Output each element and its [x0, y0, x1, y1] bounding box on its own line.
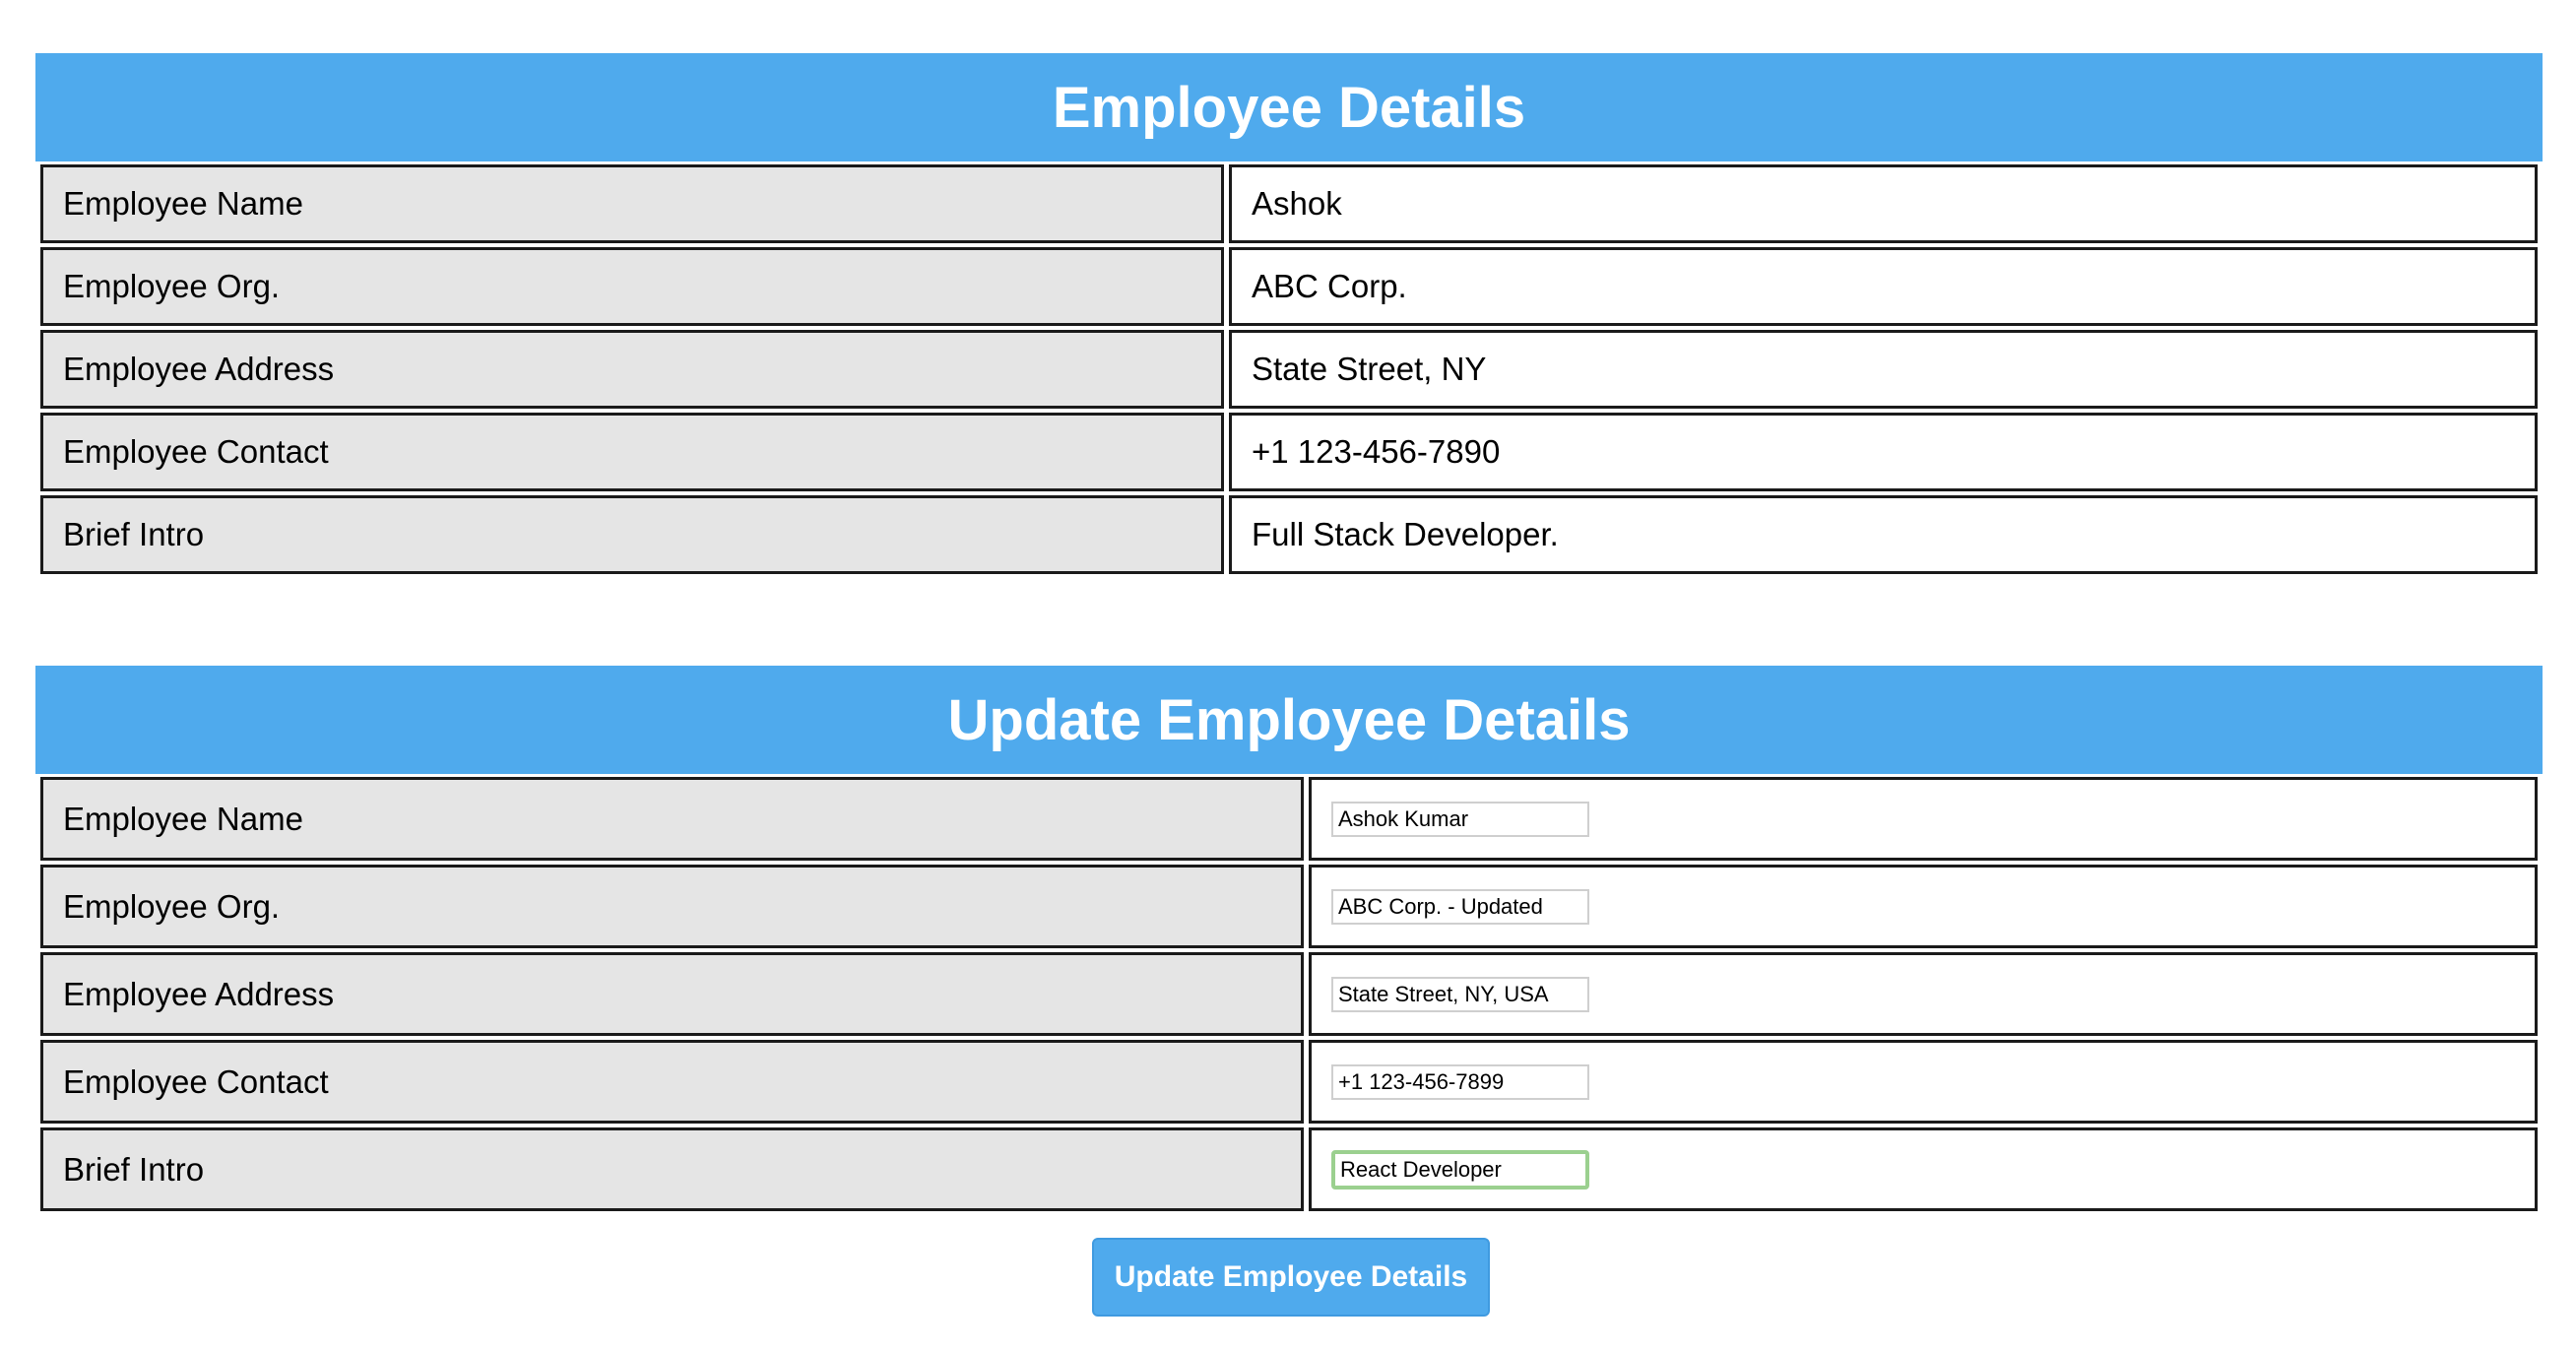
update-name-cell — [1309, 777, 2538, 861]
employee-contact-value: +1 123-456-7890 — [1229, 413, 2538, 491]
brief-intro-label: Brief Intro — [40, 495, 1224, 574]
employee-address-value: State Street, NY — [1229, 330, 2538, 409]
table-row: Employee Contact — [40, 1040, 2538, 1124]
update-employee-table: Employee Name Employee Org. Employee Add… — [35, 773, 2543, 1215]
update-org-label: Employee Org. — [40, 865, 1304, 948]
brief-intro-value: Full Stack Developer. — [1229, 495, 2538, 574]
table-row: Employee Name — [40, 777, 2538, 861]
update-address-label: Employee Address — [40, 952, 1304, 1036]
update-name-label: Employee Name — [40, 777, 1304, 861]
brief-intro-input[interactable] — [1331, 1149, 1589, 1190]
employee-address-label: Employee Address — [40, 330, 1224, 409]
employee-contact-input[interactable] — [1331, 1063, 1589, 1100]
update-employee-section: Update Employee Details Employee Name Em… — [35, 666, 2543, 1215]
update-contact-cell — [1309, 1040, 2538, 1124]
employee-details-section: Employee Details Employee Name Ashok Emp… — [35, 53, 2543, 578]
update-intro-label: Brief Intro — [40, 1127, 1304, 1211]
table-row: Employee Address State Street, NY — [40, 330, 2538, 409]
employee-contact-label: Employee Contact — [40, 413, 1224, 491]
update-address-cell — [1309, 952, 2538, 1036]
update-contact-label: Employee Contact — [40, 1040, 1304, 1124]
employee-address-input[interactable] — [1331, 976, 1589, 1012]
employee-details-table: Employee Name Ashok Employee Org. ABC Co… — [35, 161, 2543, 578]
table-row: Employee Name Ashok — [40, 164, 2538, 243]
employee-name-label: Employee Name — [40, 164, 1224, 243]
employee-name-input[interactable] — [1331, 801, 1589, 837]
table-row: Employee Contact +1 123-456-7890 — [40, 413, 2538, 491]
update-intro-cell — [1309, 1127, 2538, 1211]
update-org-cell — [1309, 865, 2538, 948]
employee-org-input[interactable] — [1331, 888, 1589, 925]
update-employee-button[interactable]: Update Employee Details — [1092, 1238, 1490, 1317]
table-row: Employee Address — [40, 952, 2538, 1036]
employee-org-label: Employee Org. — [40, 247, 1224, 326]
update-employee-title: Update Employee Details — [35, 666, 2543, 774]
table-row: Employee Org. — [40, 865, 2538, 948]
table-row: Employee Org. ABC Corp. — [40, 247, 2538, 326]
employee-details-title: Employee Details — [35, 53, 2543, 161]
table-row: Brief Intro Full Stack Developer. — [40, 495, 2538, 574]
employee-name-value: Ashok — [1229, 164, 2538, 243]
table-row: Brief Intro — [40, 1127, 2538, 1211]
employee-org-value: ABC Corp. — [1229, 247, 2538, 326]
